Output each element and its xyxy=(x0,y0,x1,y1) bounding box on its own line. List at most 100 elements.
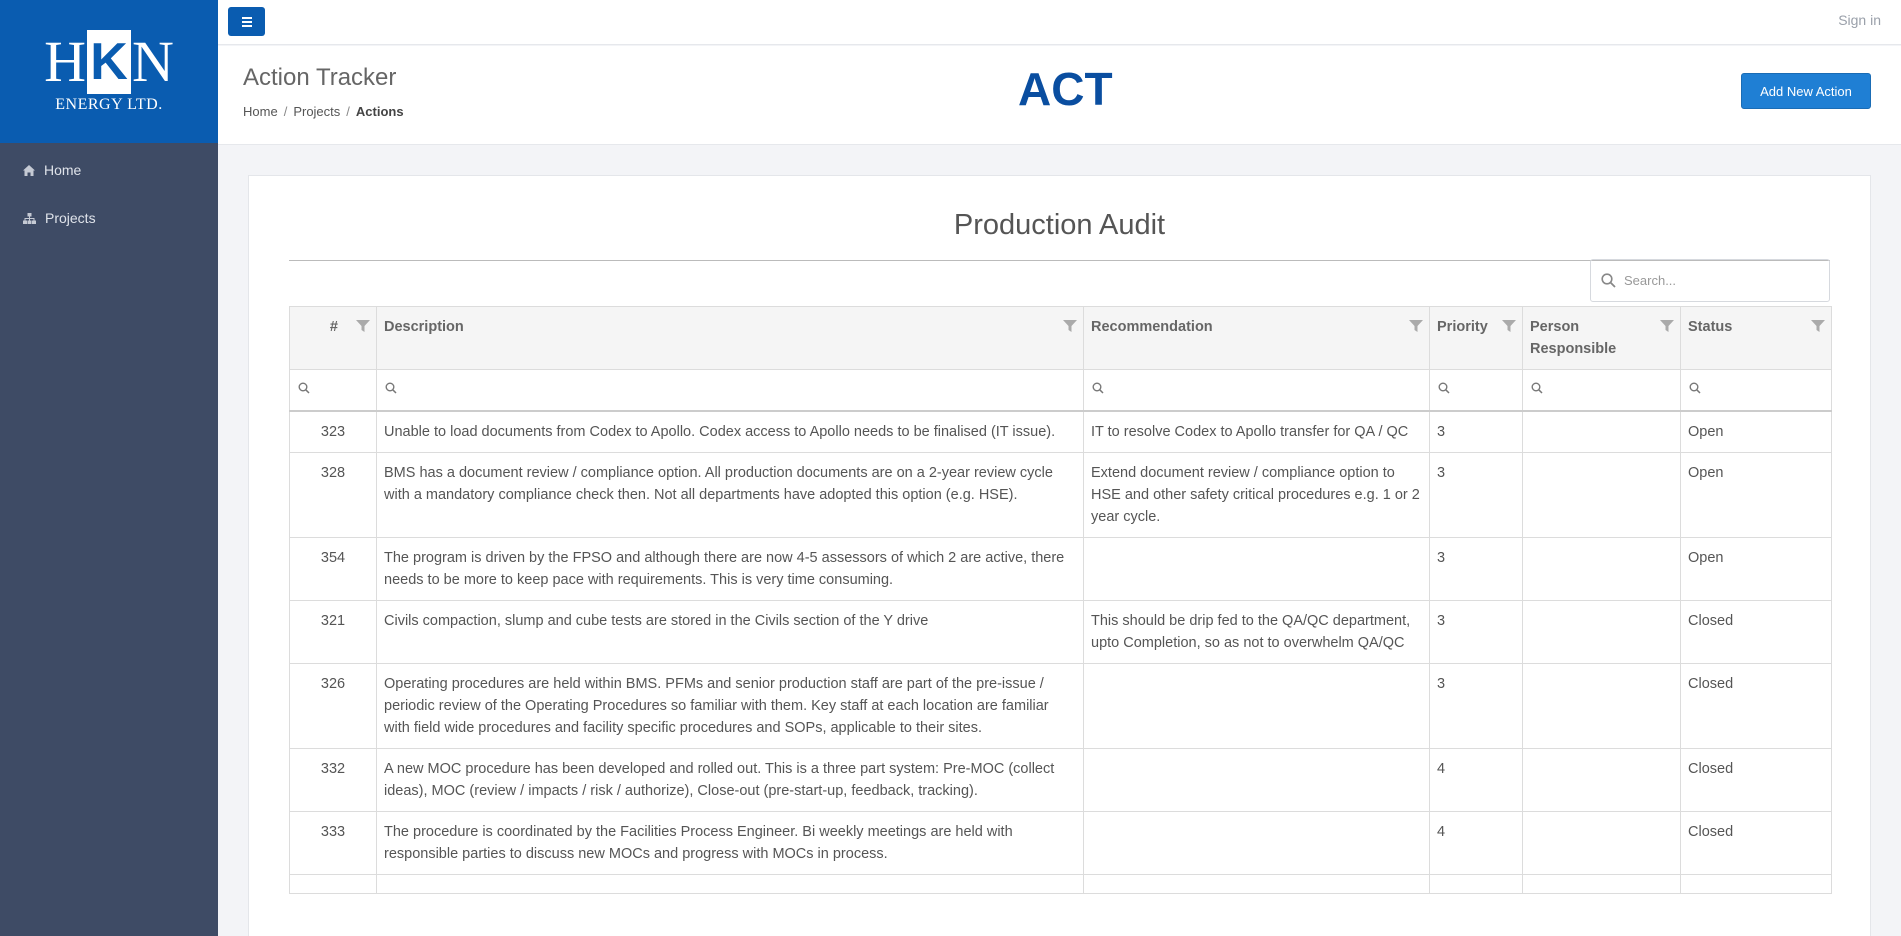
cell-status: Open xyxy=(1680,452,1832,538)
home-icon xyxy=(23,164,35,176)
company-logo[interactable]: H K N ENERGY LTD. xyxy=(0,0,218,143)
cell-priority: 3 xyxy=(1429,663,1523,749)
cell-recommendation xyxy=(1083,748,1430,812)
cell-status: Open xyxy=(1680,537,1832,601)
logo-letter-n: N xyxy=(132,28,174,94)
table-row[interactable]: 323 Unable to load documents from Codex t… xyxy=(289,410,1832,453)
card-title: Production Audit xyxy=(289,194,1830,261)
filter-cell-recommendation[interactable] xyxy=(1083,369,1430,412)
table-row[interactable]: 354 The program is driven by the FPSO and… xyxy=(289,537,1832,601)
cell-description: BMS has a document review / compliance o… xyxy=(376,452,1084,538)
page-header: Action Tracker Home / Projects / Actions ACT… xyxy=(218,46,1901,145)
cell-recommendation: IT to resolve Codex to Apollo transfer f… xyxy=(1083,410,1430,453)
filter-icon[interactable] xyxy=(1409,319,1423,333)
actions-table: # Description Recommendation Priority Pe… xyxy=(289,306,1832,894)
content-card: Production Audit # Description Recommend… xyxy=(248,175,1871,936)
filter-row xyxy=(289,369,1832,412)
column-header-person-responsible[interactable]: Person Responsible xyxy=(1522,306,1681,370)
column-header-number[interactable]: # xyxy=(289,306,377,370)
empty-cell xyxy=(1522,874,1681,894)
cell-description: A new MOC procedure has been developed a… xyxy=(376,748,1084,812)
add-new-action-button[interactable]: Add New Action xyxy=(1741,73,1871,109)
cell-person-responsible xyxy=(1522,600,1681,664)
cell-status: Closed xyxy=(1680,663,1832,749)
sitemap-icon xyxy=(23,212,36,224)
table-row[interactable]: 328 BMS has a document review / complianc… xyxy=(289,452,1832,538)
cell-description: Unable to load documents from Codex to A… xyxy=(376,410,1084,453)
cell-number: 326 xyxy=(289,663,377,749)
search-input[interactable] xyxy=(1624,273,1814,288)
logo-mark: H K N xyxy=(44,28,174,94)
cell-number: 354 xyxy=(289,537,377,601)
cell-person-responsible xyxy=(1522,452,1681,538)
cell-person-responsible xyxy=(1522,663,1681,749)
table-row[interactable]: 332 A new MOC procedure has been develope… xyxy=(289,748,1832,812)
cell-description: The program is driven by the FPSO and al… xyxy=(376,537,1084,601)
brand-logo-text: ACT xyxy=(1018,63,1113,115)
empty-cell xyxy=(289,874,377,894)
filter-icon[interactable] xyxy=(1502,319,1516,333)
breadcrumb-projects[interactable]: Projects xyxy=(293,104,340,119)
search-icon xyxy=(1689,382,1701,394)
empty-cell xyxy=(1680,874,1832,894)
filter-cell-number[interactable] xyxy=(289,369,377,412)
filter-cell-status[interactable] xyxy=(1680,369,1832,412)
filter-icon[interactable] xyxy=(1063,319,1077,333)
table-header-row: # Description Recommendation Priority Pe… xyxy=(289,306,1832,370)
cell-number: 321 xyxy=(289,600,377,664)
cell-person-responsible xyxy=(1522,410,1681,453)
cell-priority: 4 xyxy=(1429,811,1523,875)
menu-toggle-button[interactable] xyxy=(228,7,265,36)
sidebar-item-projects[interactable]: Projects xyxy=(0,194,218,242)
hamburger-icon xyxy=(241,16,252,19)
breadcrumb-actions: Actions xyxy=(355,104,404,119)
search-icon xyxy=(1531,382,1543,394)
cell-number: 323 xyxy=(289,410,377,453)
cell-person-responsible xyxy=(1522,811,1681,875)
cell-recommendation xyxy=(1083,537,1430,601)
cell-recommendation: Extend document review / compliance opti… xyxy=(1083,452,1430,538)
filter-cell-description[interactable] xyxy=(376,369,1084,412)
cell-status: Closed xyxy=(1680,811,1832,875)
page-title: Action Tracker xyxy=(243,64,397,91)
cell-priority: 3 xyxy=(1429,600,1523,664)
filter-icon[interactable] xyxy=(1660,319,1674,333)
sidebar-item-home[interactable]: Home xyxy=(0,146,218,194)
filter-cell-person-responsible[interactable] xyxy=(1522,369,1681,412)
cell-recommendation xyxy=(1083,663,1430,749)
filter-icon[interactable] xyxy=(1811,319,1825,333)
table-row-partial xyxy=(289,874,1832,894)
search-icon xyxy=(298,382,310,394)
column-header-recommendation[interactable]: Recommendation xyxy=(1083,306,1430,370)
cell-person-responsible xyxy=(1522,537,1681,601)
breadcrumb-home[interactable]: Home xyxy=(243,104,278,119)
table-row[interactable]: 326 Operating procedures are held within … xyxy=(289,663,1832,749)
search-icon xyxy=(1438,382,1450,394)
breadcrumb: Home / Projects / Actions xyxy=(243,104,404,119)
cell-priority: 4 xyxy=(1429,748,1523,812)
search-box[interactable] xyxy=(1590,259,1830,302)
filter-icon[interactable] xyxy=(356,319,370,333)
logo-letter-k: K xyxy=(87,29,131,94)
table-row[interactable]: 333 The procedure is coordinated by the F… xyxy=(289,811,1832,875)
filter-cell-priority[interactable] xyxy=(1429,369,1523,412)
cell-status: Closed xyxy=(1680,600,1832,664)
cell-number: 328 xyxy=(289,452,377,538)
column-header-priority[interactable]: Priority xyxy=(1429,306,1523,370)
logo-subtitle: ENERGY LTD. xyxy=(55,95,163,113)
sidebar-item-label: Projects xyxy=(45,210,96,226)
cell-number: 333 xyxy=(289,811,377,875)
empty-cell xyxy=(1083,874,1430,894)
search-icon xyxy=(1601,273,1616,288)
logo-letter-h: H xyxy=(44,28,86,94)
column-header-status[interactable]: Status xyxy=(1680,306,1832,370)
table-row[interactable]: 321 Civils compaction, slump and cube tes… xyxy=(289,600,1832,664)
column-header-description[interactable]: Description xyxy=(376,306,1084,370)
table-body: 323 Unable to load documents from Codex t… xyxy=(289,410,1832,894)
sign-in-link[interactable]: Sign in xyxy=(1838,12,1881,28)
search-icon xyxy=(385,382,397,394)
cell-description: Operating procedures are held within BMS… xyxy=(376,663,1084,749)
cell-priority: 3 xyxy=(1429,452,1523,538)
empty-cell xyxy=(376,874,1084,894)
cell-person-responsible xyxy=(1522,748,1681,812)
